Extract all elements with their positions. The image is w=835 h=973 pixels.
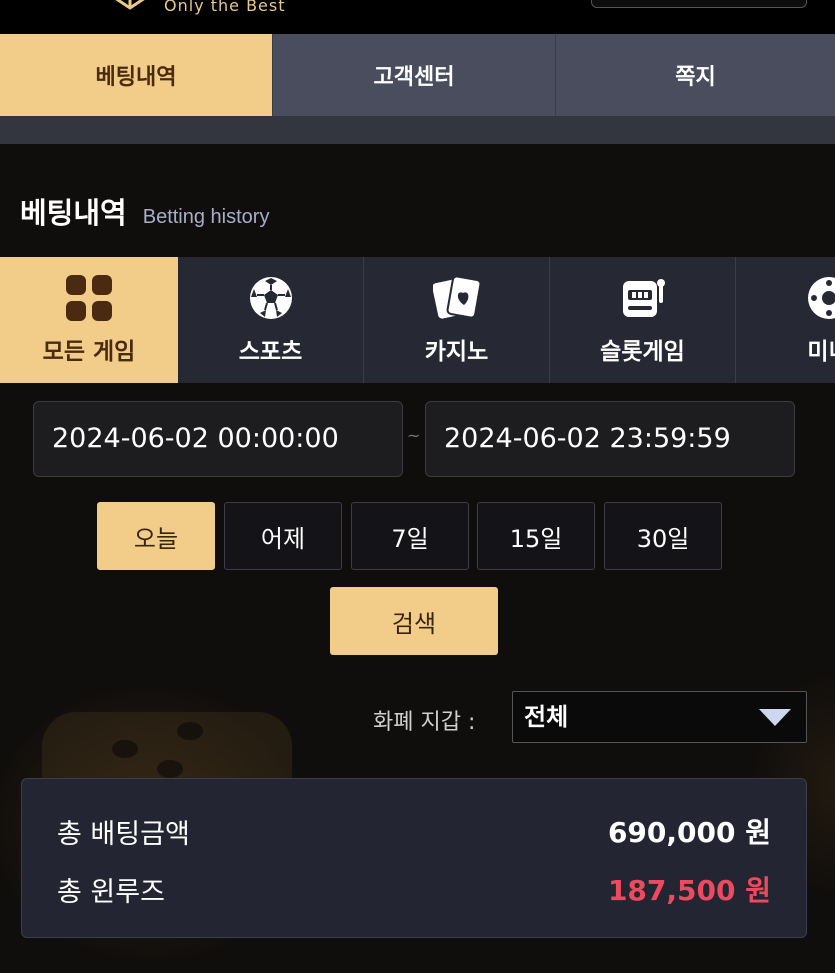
game-tab-mini[interactable]: 미니 <box>736 257 835 383</box>
currency-wallet-label: 화폐 지갑 : <box>373 710 476 735</box>
start-date-input[interactable]: 2024-06-02 00:00:00 <box>33 401 403 477</box>
tab-messages[interactable]: 쪽지 <box>555 34 835 116</box>
range-today-button[interactable]: 오늘 <box>97 502 215 570</box>
game-tab-all[interactable]: 모든 게임 <box>0 257 178 383</box>
game-tab-slots[interactable]: 슬롯게임 <box>550 257 736 383</box>
playing-cards-icon <box>432 274 481 322</box>
date-separator: ~ <box>407 426 421 445</box>
total-bet-row: 총 배팅금액 690,000 원 <box>57 811 771 851</box>
nav-divider-strip <box>0 116 835 144</box>
total-winloss-label: 총 윈루즈 <box>57 876 165 908</box>
logo[interactable]: Only the Best <box>108 0 286 16</box>
top-header: Only the Best <box>0 0 835 34</box>
range-15days-button[interactable]: 15일 <box>477 502 595 570</box>
currency-wallet-value: 전체 <box>524 703 569 731</box>
total-bet-value: 690,000 원 <box>607 816 771 849</box>
currency-wallet-select[interactable]: 전체 <box>512 691 807 743</box>
page-title-ko: 베팅내역 <box>20 196 127 230</box>
page-title: 베팅내역 Betting history <box>20 190 269 232</box>
game-tab-label: 카지노 <box>424 339 489 365</box>
search-button[interactable]: 검색 <box>330 587 498 655</box>
tab-betting-history[interactable]: 베팅내역 <box>0 34 272 116</box>
total-winloss-value: 187,500 원 <box>607 874 771 907</box>
header-input[interactable] <box>591 0 807 8</box>
game-tab-casino[interactable]: 카지노 <box>364 257 550 383</box>
game-tab-label: 스포츠 <box>238 339 303 365</box>
range-yesterday-button[interactable]: 어제 <box>224 502 342 570</box>
game-tab-label: 모든 게임 <box>42 339 136 365</box>
game-tab-sports[interactable]: 스포츠 <box>178 257 364 383</box>
dropdown-arrow-icon <box>759 709 791 726</box>
logo-tagline: Only the Best <box>164 0 286 15</box>
total-winloss-row: 총 윈루즈 187,500 원 <box>57 869 771 909</box>
end-date-input[interactable]: 2024-06-02 23:59:59 <box>425 401 795 477</box>
tab-customer-center[interactable]: 고객센터 <box>272 34 555 116</box>
betting-summary-panel: 총 배팅금액 690,000 원 총 윈루즈 187,500 원 <box>21 778 807 938</box>
game-category-tabs: 모든 게임 스포츠 카지노 슬롯게임 미 <box>0 257 835 383</box>
soccer-ball-icon <box>247 274 295 322</box>
roulette-icon <box>805 274 835 322</box>
range-30days-button[interactable]: 30일 <box>604 502 722 570</box>
grid-icon <box>65 274 113 322</box>
range-7days-button[interactable]: 7일 <box>351 502 469 570</box>
slot-machine-icon <box>619 274 667 322</box>
main-nav: 베팅내역 고객센터 쪽지 <box>0 34 835 116</box>
total-bet-label: 총 배팅금액 <box>57 818 190 850</box>
logo-emblem-icon <box>115 0 145 10</box>
page-title-en: Betting history <box>142 206 270 228</box>
game-tab-label: 미니 <box>807 339 835 365</box>
game-tab-label: 슬롯게임 <box>600 339 685 365</box>
